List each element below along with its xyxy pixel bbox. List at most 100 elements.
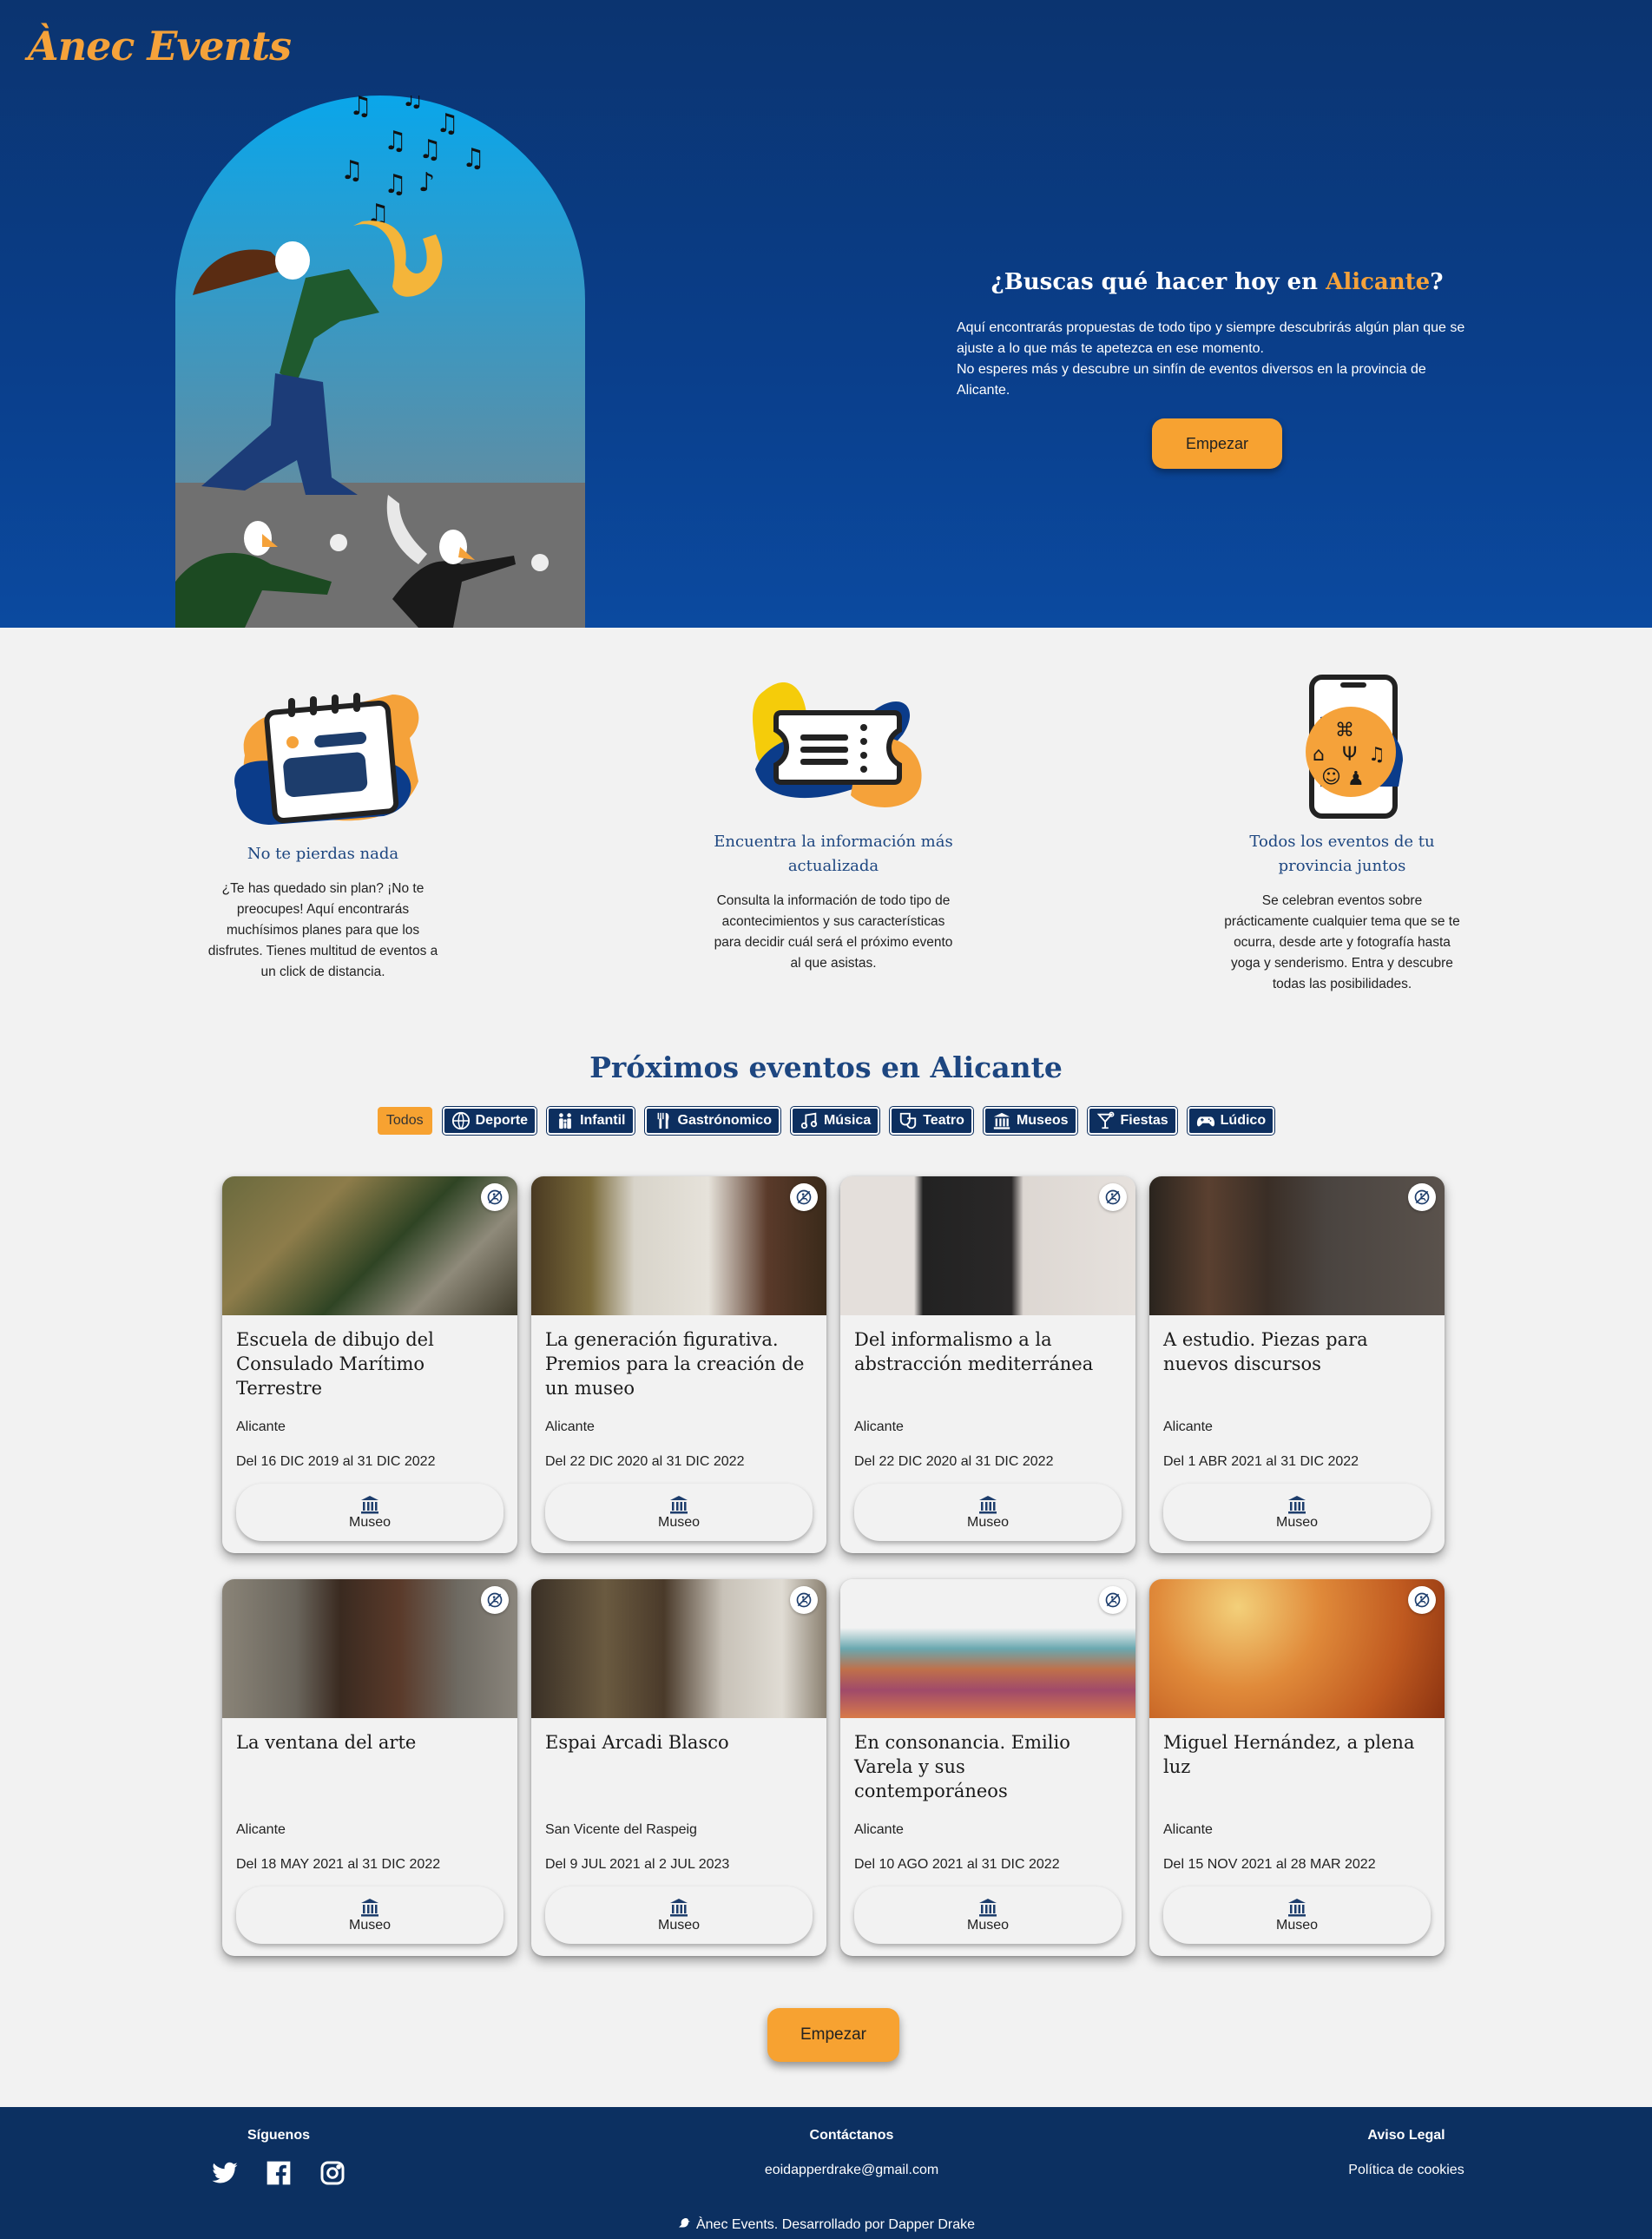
svg-text:♫: ♫	[349, 95, 372, 122]
museum-icon	[670, 1899, 688, 1917]
event-card[interactable]: La generación figurativa. Premios para l…	[531, 1176, 826, 1553]
museum-icon	[1288, 1496, 1306, 1514]
hero-description-2: No esperes más y descubre un sinfín de e…	[957, 362, 1426, 398]
event-category-button[interactable]: Museo	[854, 1887, 1122, 1944]
svg-text:⌘: ⌘	[1335, 720, 1354, 741]
no-wheelchair-icon	[790, 1586, 818, 1614]
hero-illustration: ♫ ♫♫ ♫ ♫ ♫ ♫ ♫ ♪ ♫	[175, 95, 585, 628]
filter-ludico[interactable]: Lúdico	[1186, 1106, 1276, 1136]
footer-social: Síguenos	[196, 2128, 361, 2191]
event-image	[531, 1176, 826, 1315]
no-wheelchair-icon	[1099, 1183, 1127, 1211]
footer-legal: Aviso Legal Política de cookies	[1320, 2128, 1493, 2178]
filter-gastronomico[interactable]: Gastrónomico	[643, 1106, 781, 1136]
event-category-button[interactable]: Museo	[236, 1484, 503, 1541]
event-location: Alicante	[236, 1822, 286, 1837]
music-icon	[800, 1112, 818, 1129]
hero-description: Aquí encontrarás propuestas de todo tipo…	[957, 320, 1465, 356]
feature-no-te-pierdas: No te pierdas nada ¿Te has quedado sin p…	[193, 686, 453, 983]
legal-link[interactable]: Aviso Legal	[1320, 2128, 1493, 2144]
event-location: Alicante	[1163, 1419, 1213, 1434]
event-title: Del informalismo a la abstracción medite…	[854, 1329, 1094, 1374]
filter-fiestas[interactable]: Fiestas	[1086, 1106, 1178, 1136]
logo[interactable]: Ànec Events	[28, 23, 292, 69]
event-title: Espai Arcadi Blasco	[545, 1732, 729, 1753]
event-card[interactable]: Espai Arcadi Blasco San Vicente del Rasp…	[531, 1579, 826, 1956]
feature-description: ¿Te has quedado sin plan? ¡No te preocup…	[207, 881, 438, 979]
event-location: Alicante	[854, 1419, 904, 1434]
svg-text:☺: ☺	[1321, 767, 1341, 788]
event-card[interactable]: En consonancia. Emilio Varela y sus cont…	[840, 1579, 1135, 1956]
hero-title: ¿Buscas qué hacer hoy en Alicante?	[991, 269, 1444, 295]
event-card[interactable]: La ventana del arte Alicante Del 18 MAY …	[222, 1579, 517, 1956]
event-location: San Vicente del Raspeig	[545, 1822, 697, 1837]
museum-icon	[361, 1496, 378, 1514]
event-title: Miguel Hernández, a plena luz	[1163, 1732, 1415, 1777]
event-dates: Del 1 ABR 2021 al 31 DIC 2022	[1163, 1454, 1359, 1469]
svg-text:Ψ: Ψ	[1342, 744, 1357, 766]
events-grid: Escuela de dibujo del Consulado Marítimo…	[222, 1176, 1445, 1956]
event-card[interactable]: Miguel Hernández, a plena luz Alicante D…	[1149, 1579, 1445, 1956]
event-category-button[interactable]: Museo	[545, 1887, 813, 1944]
feature-informacion: Encuentra la información más actualizada…	[703, 674, 964, 974]
no-wheelchair-icon	[481, 1586, 509, 1614]
filter-deporte[interactable]: Deporte	[441, 1106, 538, 1136]
event-category-button[interactable]: Museo	[1163, 1484, 1431, 1541]
event-dates: Del 22 DIC 2020 al 31 DIC 2022	[854, 1454, 1054, 1469]
event-image	[222, 1176, 517, 1315]
event-card[interactable]: Escuela de dibujo del Consulado Marítimo…	[222, 1176, 517, 1553]
svg-text:♫: ♫	[401, 95, 425, 113]
duck-logo-icon	[677, 2216, 691, 2235]
event-category-button[interactable]: Museo	[545, 1484, 813, 1541]
event-title: Escuela de dibujo del Consulado Marítimo…	[236, 1329, 434, 1399]
hero-city: Alicante	[1326, 269, 1431, 295]
cookies-link[interactable]: Política de cookies	[1320, 2163, 1493, 2178]
instagram-icon[interactable]	[319, 2159, 346, 2191]
museum-icon	[993, 1112, 1010, 1129]
social-links	[196, 2159, 361, 2191]
family-icon	[559, 1113, 571, 1129]
event-category-button[interactable]: Museo	[854, 1484, 1122, 1541]
no-wheelchair-icon	[790, 1183, 818, 1211]
filter-museos[interactable]: Museos	[982, 1106, 1078, 1136]
svg-text:♫: ♫	[384, 126, 407, 156]
hero-start-button[interactable]: Empezar	[1152, 418, 1282, 469]
svg-text:♫: ♫	[340, 155, 364, 186]
theater-icon	[900, 1112, 917, 1129]
svg-text:⌂: ⌂	[1313, 744, 1325, 766]
footer-contact: Contáctanos eoidapperdrake@gmail.com	[678, 2128, 1025, 2178]
events-start-button[interactable]: Empezar	[767, 2008, 899, 2062]
event-category-button[interactable]: Museo	[236, 1887, 503, 1944]
facebook-icon[interactable]	[265, 2159, 293, 2191]
filter-infantil[interactable]: Infantil	[546, 1106, 635, 1136]
no-wheelchair-icon	[481, 1183, 509, 1211]
cocktail-icon	[1096, 1111, 1114, 1129]
event-dates: Del 15 NOV 2021 al 28 MAR 2022	[1163, 1857, 1376, 1872]
filter-teatro[interactable]: Teatro	[889, 1106, 974, 1136]
twitter-icon[interactable]	[211, 2159, 239, 2191]
feature-todos-los-eventos: ⌘ ⌂ Ψ ♫ ☺ ♟ Todos los eventos de tu provincia…	[1212, 674, 1472, 995]
event-card[interactable]: Del informalismo a la abstracción medite…	[840, 1176, 1135, 1553]
event-location: Alicante	[854, 1822, 904, 1837]
event-card[interactable]: A estudio. Piezas para nuevos discursos …	[1149, 1176, 1445, 1553]
svg-text:♫: ♫	[384, 169, 407, 200]
events-section-title: Próximos eventos en Alicante	[589, 1050, 1063, 1084]
event-category-button[interactable]: Museo	[1163, 1887, 1431, 1944]
ticket-icon	[753, 682, 922, 807]
feature-title: No te pierdas nada	[247, 845, 399, 863]
no-wheelchair-icon	[1099, 1586, 1127, 1614]
no-wheelchair-icon	[1408, 1586, 1436, 1614]
svg-text:♫: ♫	[418, 135, 442, 165]
contact-email-link[interactable]: eoidapperdrake@gmail.com	[678, 2163, 1025, 2178]
svg-text:♫: ♫	[462, 143, 485, 174]
event-title: La generación figurativa. Premios para l…	[545, 1329, 805, 1399]
ball-icon	[451, 1111, 470, 1130]
feature-description: Se celebran eventos sobre prácticamente …	[1224, 893, 1460, 991]
event-title: En consonancia. Emilio Varela y sus cont…	[854, 1732, 1070, 1801]
event-dates: Del 22 DIC 2020 al 31 DIC 2022	[545, 1454, 745, 1469]
footer: Síguenos Contáctanos eoidapperdrake@gmai…	[0, 2107, 1652, 2239]
filter-musica[interactable]: Música	[789, 1106, 881, 1136]
feature-title: Encuentra la información más actualizada	[714, 833, 953, 875]
filter-todos[interactable]: Todos	[377, 1107, 432, 1135]
event-dates: Del 18 MAY 2021 al 31 DIC 2022	[236, 1857, 441, 1872]
